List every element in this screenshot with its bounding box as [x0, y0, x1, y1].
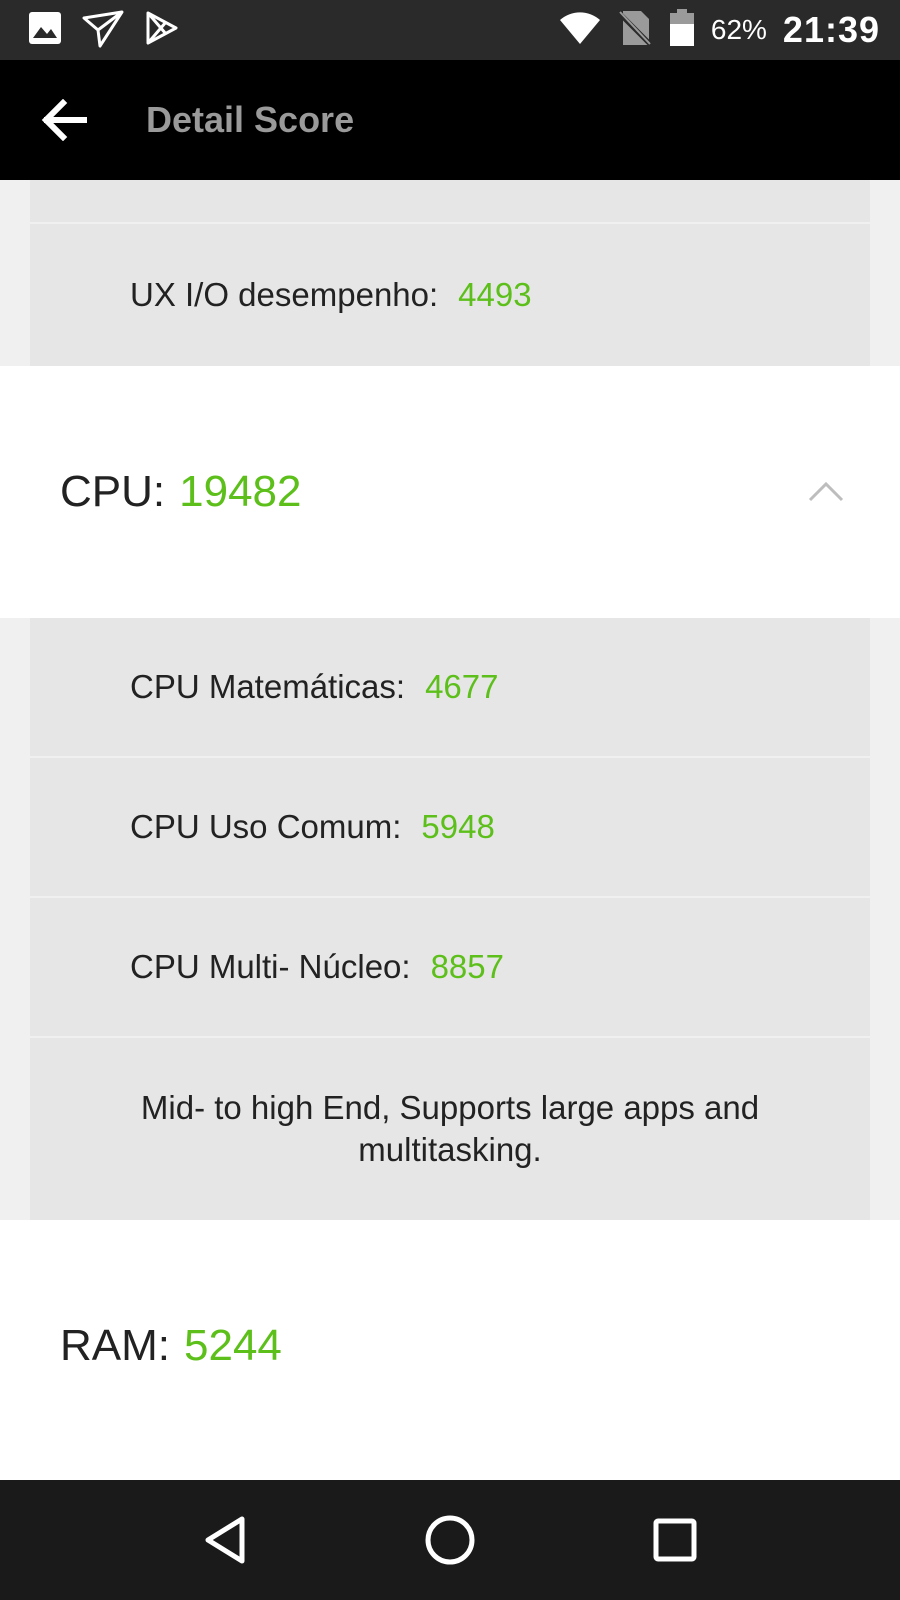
score-list[interactable]: UX I/O desempenho: 4493 CPU: 19482 CPU M… [0, 180, 900, 1480]
row-value: 4493 [458, 276, 532, 313]
no-sim-icon [617, 9, 653, 52]
recents-square-icon [653, 1518, 697, 1562]
row-label: UX I/O desempenho: [130, 276, 439, 313]
nav-back-button[interactable] [195, 1510, 255, 1570]
clock: 21:39 [782, 9, 880, 50]
wifi-icon [559, 11, 601, 50]
page-title: Detail Score [146, 99, 355, 140]
row-value: 5948 [421, 808, 495, 845]
section-label: RAM: [60, 1321, 170, 1370]
cpu-common-row: CPU Uso Comum: 5948 [30, 758, 870, 898]
cpu-section-header[interactable]: CPU: 19482 [0, 366, 900, 618]
back-triangle-icon [205, 1516, 245, 1564]
battery-percent: 62% [710, 14, 767, 45]
system-nav-bar [0, 1480, 900, 1600]
section-score: 5244 [184, 1321, 282, 1370]
row-label: CPU Matemáticas: [130, 668, 406, 705]
cpu-multicore-row: CPU Multi- Núcleo: 8857 [30, 898, 870, 1038]
row-label: CPU Uso Comum: [130, 808, 402, 845]
ram-section-header[interactable]: RAM: 5244 [0, 1220, 900, 1480]
home-circle-icon [425, 1515, 475, 1565]
row-value: 8857 [430, 948, 504, 985]
row-value: 4677 [425, 668, 499, 705]
row-label: CPU Multi- Núcleo: [130, 948, 411, 985]
status-bar: 62% 21:39 [0, 0, 900, 60]
battery-icon [669, 8, 695, 52]
section-score: 19482 [179, 467, 302, 516]
cpu-description-row: Mid- to high End, Supports large apps an… [30, 1038, 870, 1220]
app-bar: Detail Score [0, 60, 900, 180]
cpu-description: Mid- to high End, Supports large apps an… [140, 1089, 760, 1168]
nav-home-button[interactable] [420, 1510, 480, 1570]
gallery-icon [28, 11, 62, 50]
chevron-up-icon[interactable] [808, 480, 844, 504]
back-button[interactable] [32, 88, 96, 152]
ux-previous-row [30, 180, 870, 224]
play-store-icon [144, 10, 180, 51]
ux-io-row: UX I/O desempenho: 4493 [30, 224, 870, 366]
section-label: CPU: [60, 467, 166, 516]
nav-recents-button[interactable] [645, 1510, 705, 1570]
paper-plane-icon [82, 8, 124, 53]
arrow-left-icon [41, 99, 87, 141]
cpu-math-row: CPU Matemáticas: 4677 [30, 618, 870, 758]
